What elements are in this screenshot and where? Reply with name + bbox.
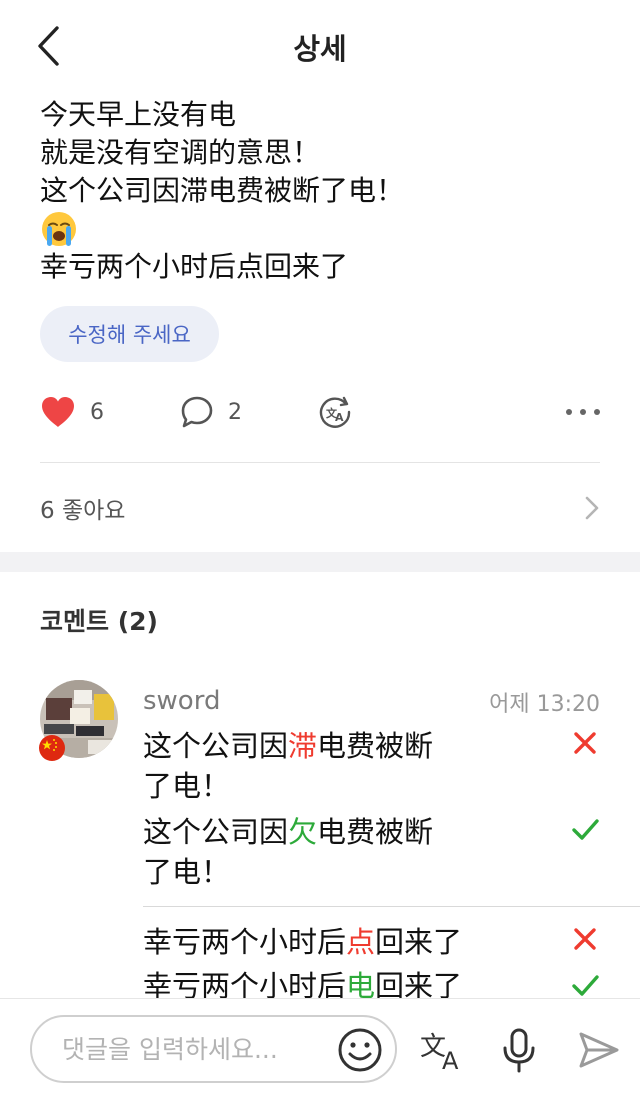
comment-count: 2: [228, 399, 242, 425]
like-button[interactable]: 6: [40, 384, 104, 440]
post-line: 幸亏两个小时后点回来了: [40, 250, 349, 283]
check-icon: [572, 819, 599, 840]
send-icon: [579, 1032, 619, 1068]
voice-input-button[interactable]: [494, 1025, 544, 1075]
china-flag-icon: [39, 735, 65, 761]
translate-icon: 文 A: [420, 1032, 459, 1073]
translate-icon: 文 A: [319, 396, 351, 428]
correction-wrong-line: 幸亏两个小时后点回来了: [143, 925, 463, 959]
correction-wrong-line: 了电！: [143, 769, 231, 803]
comment-composer: 文 A: [0, 998, 640, 1097]
comment-icon: [181, 396, 213, 428]
chevron-right-icon: [585, 496, 599, 520]
more-options-button[interactable]: [566, 400, 600, 424]
divider: [143, 906, 640, 907]
svg-text:A: A: [335, 411, 344, 424]
cross-icon: [574, 732, 596, 754]
correction-wrong-line: 这个公司因滞电费被断: [143, 729, 434, 763]
cross-icon: [574, 928, 596, 950]
comments-header: 코멘트 (2): [40, 607, 158, 636]
like-count: 6: [90, 399, 104, 425]
post-line: 这个公司因滞电费被断了电！: [40, 174, 405, 207]
svg-text:A: A: [442, 1047, 459, 1073]
correction-right-line: 这个公司因欠电费被断: [143, 815, 434, 849]
likes-summary: 6 좋아요: [40, 498, 126, 524]
wrong-char: 点: [346, 925, 376, 959]
post-line: 今天早上没有电: [40, 98, 237, 131]
post-content: 今天早上没有电 就是没有空调的意思！ 这个公司因滞电费被断了电！ 幸亏两个小时后…: [40, 96, 600, 286]
check-icon: [572, 975, 599, 996]
comment-input[interactable]: [62, 1029, 332, 1069]
more-icon: [566, 409, 572, 415]
corrected-char: 欠: [288, 815, 318, 849]
emoji-icon[interactable]: [336, 1026, 384, 1074]
post-actions: 6 2 文 A: [40, 384, 600, 440]
translate-button[interactable]: 文 A: [418, 1025, 468, 1075]
correction-right-line: 了电！: [143, 855, 231, 889]
section-separator: [0, 552, 640, 572]
heart-icon: [42, 397, 74, 427]
comment-button[interactable]: 2: [180, 384, 242, 440]
page-title: 상세: [293, 32, 347, 66]
send-button[interactable]: [574, 1025, 624, 1075]
translate-post-button[interactable]: 文 A: [318, 384, 352, 440]
divider: [40, 462, 600, 463]
crying-face-icon: [42, 212, 76, 246]
comment-timestamp: 어제 13:20: [489, 692, 600, 717]
mic-icon: [503, 1028, 535, 1073]
top-nav: 상세: [0, 0, 640, 92]
likes-summary-row[interactable]: 6 좋아요: [40, 480, 600, 536]
wrong-char: 滞: [288, 729, 318, 763]
request-correction-button[interactable]: 수정해 주세요: [40, 306, 219, 362]
post-line: 就是没有空调的意思！: [40, 136, 321, 169]
comment-username[interactable]: sword: [143, 686, 220, 716]
